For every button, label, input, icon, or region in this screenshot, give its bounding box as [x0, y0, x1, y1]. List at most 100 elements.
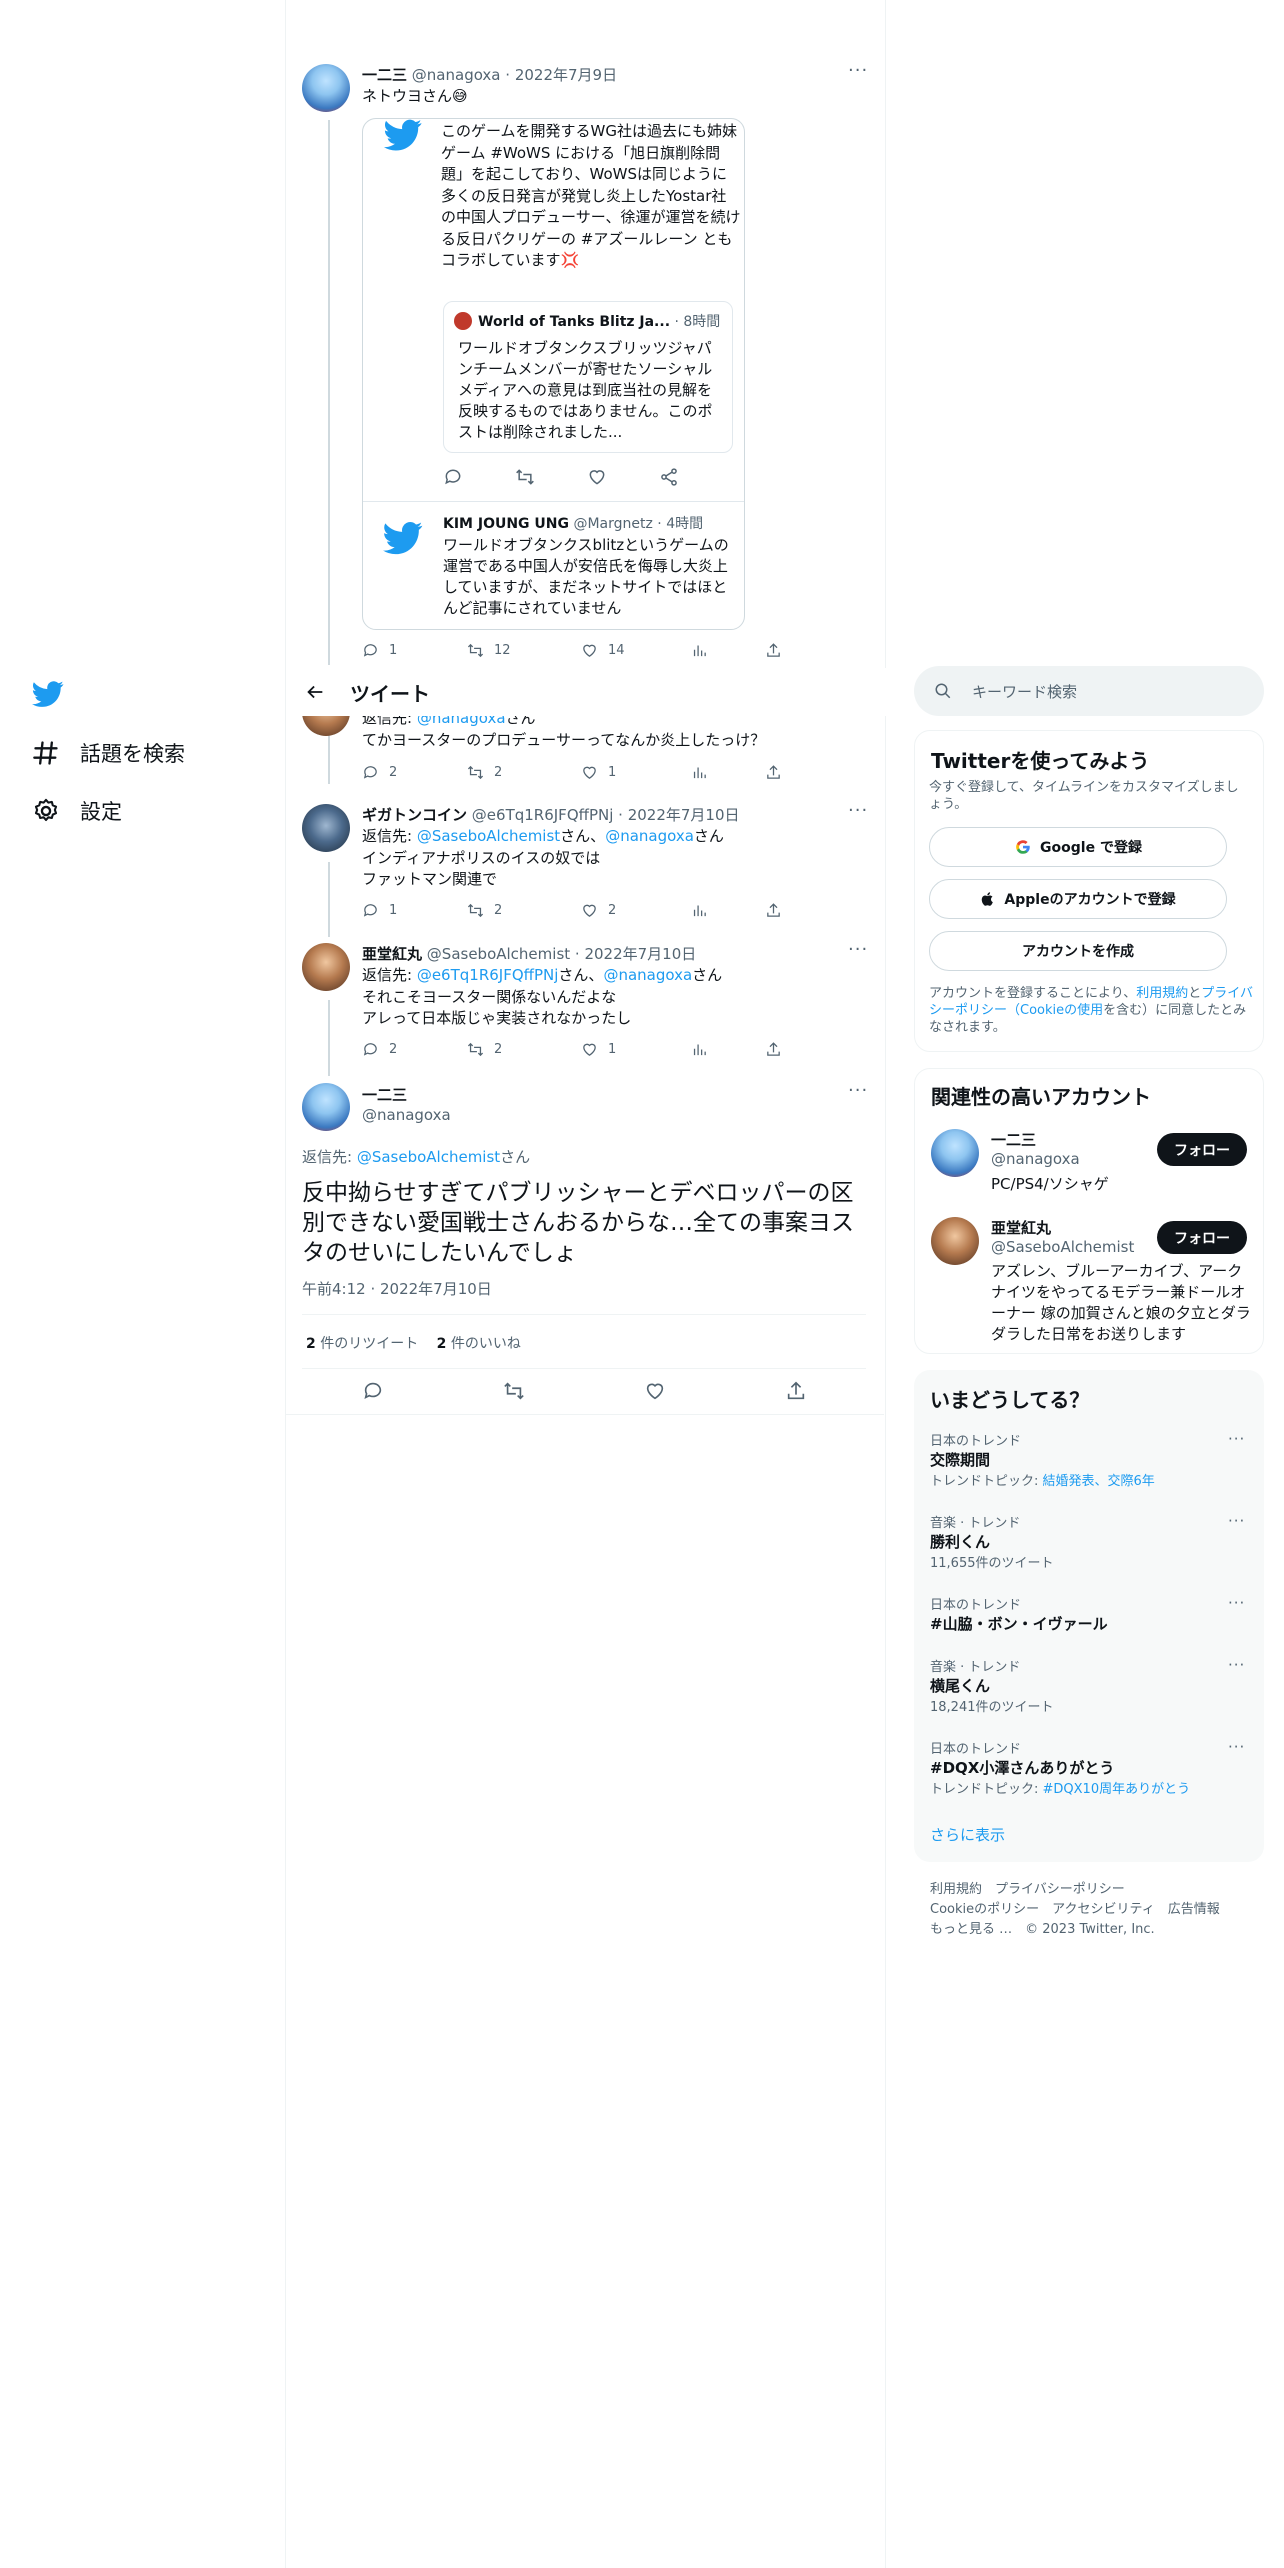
more-icon[interactable]: ···	[848, 939, 868, 960]
signup-subtitle: 今すぐ登録して、タイムラインをカスタマイズしましょう。	[929, 780, 1239, 812]
tweet-date[interactable]: · 2022年7月9日	[505, 66, 617, 84]
reply-to-link[interactable]: @nanagoxa	[605, 827, 694, 845]
reply-icon	[363, 1043, 377, 1056]
more-icon[interactable]: ···	[848, 1080, 868, 1101]
reply-icon[interactable]	[362, 1380, 384, 1402]
follow-button[interactable]: フォロー	[1157, 1133, 1247, 1166]
views-button[interactable]	[691, 902, 765, 919]
retweet-icon	[467, 765, 484, 780]
show-more-link[interactable]: さらに表示	[930, 1824, 1005, 1845]
hash-icon	[33, 741, 58, 765]
like-stat[interactable]: 2 件のいいね	[437, 1336, 521, 1352]
retweet-stat[interactable]: 2 件のリツイート	[306, 1336, 418, 1352]
apple-signup-button[interactable]: Appleのアカウントで登録	[929, 879, 1227, 919]
reply-to-link[interactable]: @e6Tq1R6JFQffPNj	[417, 966, 559, 984]
reply-to-link[interactable]: @SaseboAlchemist	[417, 827, 560, 845]
retweet-button[interactable]: 2	[467, 902, 581, 919]
reply-button[interactable]: 1	[362, 642, 467, 659]
trend-item[interactable]: 音楽 · トレンド 勝利くん 11,655件のツイート	[930, 1512, 1250, 1571]
reply-button[interactable]: 2	[362, 1041, 467, 1058]
back-arrow-icon[interactable]	[304, 681, 326, 703]
more-icon[interactable]: ···	[1228, 1430, 1245, 1448]
trend-item[interactable]: 日本のトレンド #山脇・ボン・イヴァール	[930, 1594, 1250, 1634]
author-name[interactable]: ギガトンコイン	[362, 806, 467, 824]
more-icon[interactable]: ···	[1228, 1656, 1245, 1674]
tweet-date[interactable]: · 2022年7月10日	[575, 945, 696, 963]
related-title: 関連性の高いアカウント	[931, 1085, 1151, 1109]
main-timestamp[interactable]: 午前4:12 · 2022年7月10日	[302, 1278, 492, 1299]
trend-item[interactable]: 音楽 · トレンド 横尾くん 18,241件のツイート	[930, 1656, 1250, 1715]
avatar[interactable]	[302, 943, 350, 991]
nav-explore[interactable]: 話題を検索	[32, 738, 185, 768]
like-label: 件のいいね	[446, 1336, 521, 1352]
embedded-image[interactable]: このゲームを開発するWG社は過去にも姉妹ゲーム #WoWS における「旭日旗削除…	[362, 118, 745, 630]
like-icon[interactable]	[644, 1380, 666, 1402]
avatar[interactable]	[302, 804, 350, 852]
author-handle[interactable]: @nanagoxa	[412, 66, 501, 84]
account-name[interactable]: 亜堂紅丸	[991, 1217, 1051, 1238]
like-button[interactable]: 2	[581, 902, 691, 919]
divider	[302, 1368, 866, 1369]
share-button[interactable]	[765, 1041, 782, 1058]
more-icon[interactable]: ···	[1228, 1594, 1245, 1612]
main-reply-to: 返信先: @SaseboAlchemistさん	[302, 1146, 530, 1167]
reply-button[interactable]: 1	[362, 902, 467, 919]
like-icon	[583, 904, 596, 917]
share-icon[interactable]	[785, 1380, 807, 1402]
account-handle[interactable]: @nanagoxa	[991, 1150, 1080, 1168]
nav-settings[interactable]: 設定	[32, 796, 122, 826]
avatar[interactable]	[931, 1217, 979, 1265]
author-handle[interactable]: @SaseboAlchemist	[427, 945, 570, 963]
trend-sub-link[interactable]: #DQX10周年ありがとう	[1043, 1782, 1191, 1797]
main-author-name[interactable]: 一二三	[362, 1084, 407, 1105]
tweet-date[interactable]: · 2022年7月10日	[618, 806, 739, 824]
author-name[interactable]: 亜堂紅丸	[362, 945, 422, 963]
share-button[interactable]	[765, 902, 782, 919]
main-author-handle[interactable]: @nanagoxa	[362, 1106, 451, 1124]
reply-button[interactable]: 2	[362, 764, 467, 781]
more-icon[interactable]: ···	[1228, 1738, 1245, 1756]
like-button[interactable]: 1	[581, 764, 691, 781]
retweet-icon[interactable]	[503, 1380, 525, 1402]
share-button[interactable]	[765, 764, 782, 781]
like-button[interactable]: 1	[581, 1041, 691, 1058]
views-button[interactable]	[691, 1041, 765, 1058]
reply-to-link[interactable]: @nanagoxa	[603, 966, 692, 984]
author-handle[interactable]: @e6Tq1R6JFQffPNj	[472, 806, 614, 824]
more-icon[interactable]: ···	[848, 800, 868, 821]
avatar[interactable]	[931, 1129, 979, 1177]
trend-item[interactable]: 日本のトレンド 交際期間 トレンドトピック: 結婚発表、交際6年	[930, 1430, 1250, 1489]
views-button[interactable]	[691, 642, 765, 659]
retweet-button[interactable]: 12	[467, 642, 581, 659]
avatar[interactable]	[302, 64, 350, 112]
trend-item[interactable]: 日本のトレンド #DQX小澤さんありがとう トレンドトピック: #DQX10周年…	[930, 1738, 1250, 1797]
twitter-logo-icon[interactable]	[32, 678, 64, 710]
footer-links[interactable]: 利用規約 プライバシーポリシー	[930, 1878, 1125, 1897]
like-button[interactable]: 14	[581, 642, 691, 659]
share-button[interactable]	[765, 642, 782, 659]
create-account-button[interactable]: アカウントを作成	[929, 931, 1227, 971]
retweet-button[interactable]: 2	[467, 1041, 581, 1058]
reply-suffix: さん	[500, 1148, 531, 1166]
search-box[interactable]: キーワード検索	[914, 666, 1264, 716]
terms-link[interactable]: 利用規約	[1136, 986, 1188, 1001]
account-name[interactable]: 一二三	[991, 1129, 1036, 1150]
reply-to: 返信先: @e6Tq1R6JFQffPNjさん、@nanagoxaさん	[362, 965, 722, 985]
views-button[interactable]	[691, 764, 765, 781]
trend-meta: 音楽 · トレンド	[930, 1516, 1021, 1531]
footer-links[interactable]: Cookieのポリシー アクセシビリティ 広告情報	[930, 1898, 1220, 1917]
retweet-button[interactable]: 2	[467, 764, 581, 781]
avatar[interactable]	[302, 1083, 350, 1131]
trend-sub-link[interactable]: 結婚発表、交際6年	[1043, 1474, 1155, 1489]
footer-links[interactable]: もっと見る … © 2023 Twitter, Inc.	[930, 1918, 1155, 1937]
account-handle[interactable]: @SaseboAlchemist	[991, 1238, 1134, 1256]
retweet-icon	[467, 643, 484, 658]
follow-button[interactable]: フォロー	[1157, 1221, 1247, 1254]
reply-to-link[interactable]: @SaseboAlchemist	[357, 1148, 500, 1166]
more-icon[interactable]: ···	[1228, 1512, 1245, 1530]
more-icon[interactable]: ···	[848, 60, 868, 81]
google-signup-button[interactable]: Google で登録	[929, 827, 1227, 867]
main-tweet-text: 反中拗らせすぎてパブリッシャーとデベロッパーの区別できない愛国戦士さんおるからな…	[302, 1180, 854, 1266]
author-name[interactable]: 一二三	[362, 66, 407, 84]
embed-actions	[443, 467, 679, 487]
